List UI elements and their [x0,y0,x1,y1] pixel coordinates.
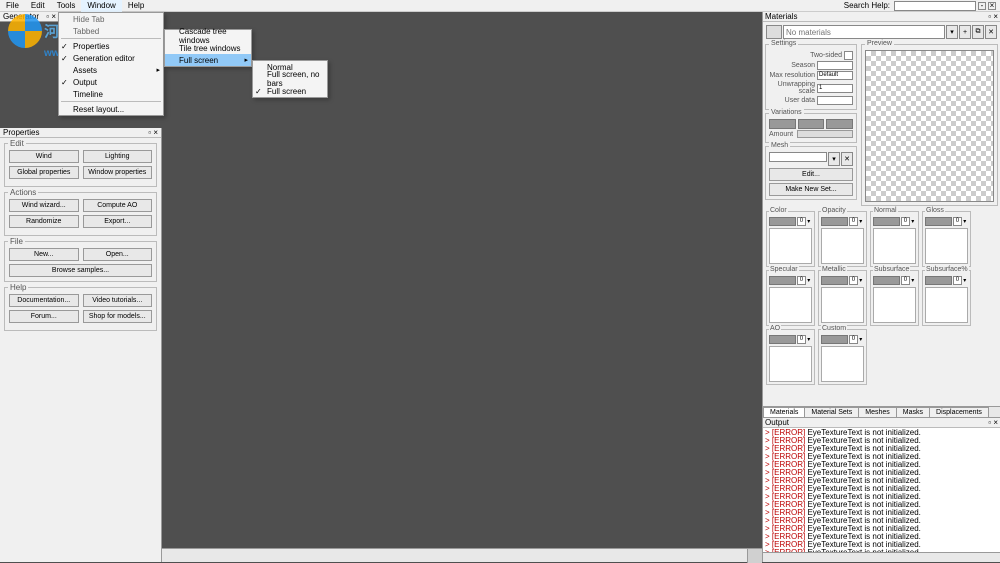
browse-samples-button[interactable]: Browse samples... [9,264,152,277]
randomize-button[interactable]: Randomize [9,215,79,228]
mesh-delete-button[interactable]: ✕ [841,152,853,166]
open-button[interactable]: Open... [83,248,153,261]
mesh-edit-button[interactable]: Edit... [769,168,853,181]
tab-masks[interactable]: Masks [896,407,930,417]
menu-help[interactable]: Help [122,0,150,12]
horizontal-scrollbar[interactable] [162,548,762,562]
tab-material-sets[interactable]: Material Sets [804,407,859,417]
materials-panel: Materials▫ × ▾ + ⧉ ✕ Settings Two-sided … [762,12,1000,562]
amount-slider[interactable] [797,130,853,138]
panel-controls[interactable]: ▫ × [988,418,998,427]
output-log[interactable]: > [ERROR] EyeTextureText is not initiali… [763,428,1000,552]
swatch-ao[interactable]: AO0▾ [766,329,815,385]
texture-swatches: Color0▾Opacity0▾Normal0▾Gloss0▾ Specular0… [763,208,1000,388]
lighting-button[interactable]: Lighting [83,150,153,163]
search-input[interactable] [894,1,976,11]
season-field[interactable] [817,61,853,70]
materials-title: Materials [765,12,797,21]
variation-slots[interactable] [769,119,853,129]
compute-ao-button[interactable]: Compute AO [83,199,153,212]
swatch-subsurface[interactable]: Subsurface0▾ [870,270,919,326]
window-min-icon[interactable]: - [978,2,986,10]
swatch-opacity[interactable]: Opacity0▾ [818,211,867,267]
generator-panel-title: Generator▫ × [0,12,60,22]
unwrap-scale-field[interactable]: 1 [817,84,853,93]
window-menu-dropdown: Hide Tab Tabbed Properties Generation ed… [58,12,164,116]
menu-edit[interactable]: Edit [25,0,51,12]
mesh-dropdown-icon[interactable]: ▾ [828,152,840,166]
panel-controls[interactable]: ▫ × [988,12,998,21]
swatch-metallic[interactable]: Metallic0▾ [818,270,867,326]
forum-button[interactable]: Forum... [9,310,79,323]
window-props-button[interactable]: Window properties [83,166,153,179]
swatch-gloss[interactable]: Gloss0▾ [922,211,971,267]
mesh-new-set-button[interactable]: Make New Set... [769,183,853,196]
menu-window[interactable]: Window [81,0,121,12]
properties-title: Properties [3,128,39,137]
swatch-color[interactable]: Color0▾ [766,211,815,267]
properties-panel: Properties▫ × Edit WindLighting Global p… [0,128,162,562]
global-props-button[interactable]: Global properties [9,166,79,179]
user-data-field[interactable] [817,96,853,105]
swatch-subsurface%[interactable]: Subsurface%0▾ [922,270,971,326]
menu-file[interactable]: File [0,0,25,12]
window-close-icon[interactable]: × [988,2,996,10]
search-label: Search Help: [844,1,890,10]
output-scrollbar[interactable] [763,552,1000,562]
material-dropdown-icon[interactable]: ▾ [946,25,958,39]
swatch-custom[interactable]: Custom0▾ [818,329,867,385]
menu-cascade[interactable]: Cascade tree windows [165,30,251,42]
material-swatch[interactable] [766,25,782,39]
menu-assets[interactable]: Assets [59,64,163,76]
menu-gen-editor[interactable]: Generation editor [59,52,163,64]
video-tutorials-button[interactable]: Video tutorials... [83,294,153,307]
viewport[interactable] [162,22,762,548]
tab-materials[interactable]: Materials [763,407,805,417]
two-sided-checkbox[interactable] [844,51,853,60]
max-res-field[interactable]: Default [817,71,853,80]
panel-controls[interactable]: ▫ × [46,12,56,21]
swatch-specular[interactable]: Specular0▾ [766,270,815,326]
window-submenu: Cascade tree windows Tile tree windows F… [164,29,252,67]
panel-controls[interactable]: ▫ × [148,128,158,137]
menu-reset-layout[interactable]: Reset layout... [59,103,163,115]
menu-full[interactable]: Full screen [253,85,327,97]
material-delete-button[interactable]: ✕ [985,25,997,39]
wind-wizard-button[interactable]: Wind wizard... [9,199,79,212]
material-add-button[interactable]: + [959,25,971,39]
fullscreen-submenu: Normal Full screen, no bars Full screen [252,60,328,98]
material-name-input[interactable] [783,25,945,39]
tab-displacements[interactable]: Displacements [929,407,989,417]
menu-timeline[interactable]: Timeline [59,88,163,100]
menu-output[interactable]: Output [59,76,163,88]
material-copy-button[interactable]: ⧉ [972,25,984,39]
new-button[interactable]: New... [9,248,79,261]
menu-tile[interactable]: Tile tree windows [165,42,251,54]
documentation-button[interactable]: Documentation... [9,294,79,307]
menu-fullscreen[interactable]: Full screen [165,54,251,66]
output-title: Output [765,418,789,427]
menu-properties[interactable]: Properties [59,40,163,52]
menu-tabbed[interactable]: Tabbed [59,25,163,37]
materials-tabs: MaterialsMaterial SetsMeshesMasksDisplac… [763,406,1000,417]
menu-hide-tab[interactable]: Hide Tab [59,13,163,25]
material-preview [865,50,994,202]
menu-tools[interactable]: Tools [51,0,82,12]
menu-full-nobars[interactable]: Full screen, no bars [253,73,327,85]
swatch-normal[interactable]: Normal0▾ [870,211,919,267]
tab-meshes[interactable]: Meshes [858,407,897,417]
export-button[interactable]: Export... [83,215,153,228]
shop-models-button[interactable]: Shop for models... [83,310,153,323]
wind-button[interactable]: Wind [9,150,79,163]
mesh-field[interactable] [769,152,827,162]
menubar: File Edit Tools Window Help Search Help:… [0,0,1000,12]
